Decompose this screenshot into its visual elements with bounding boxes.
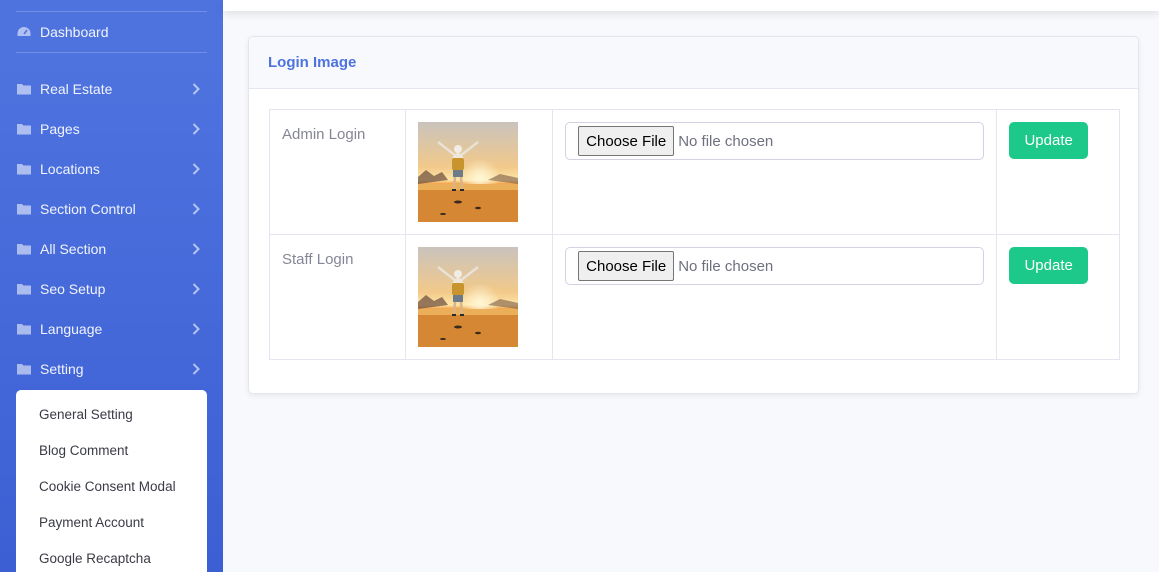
sidebar-item-dashboard[interactable]: Dashboard: [0, 14, 223, 50]
submenu-item-general-setting[interactable]: General Setting: [16, 396, 207, 432]
admin-login-file-input[interactable]: Choose File No file chosen: [565, 122, 985, 160]
row-label: Admin Login: [268, 109, 407, 235]
card-header: Login Image: [249, 37, 1138, 89]
sidebar-item-all-section[interactable]: All Section: [0, 231, 223, 267]
row-label: Staff Login: [268, 234, 407, 360]
sidebar-item-section-control[interactable]: Section Control: [0, 191, 223, 227]
sidebar-divider: [16, 11, 207, 12]
chevron-right-icon: [187, 360, 205, 378]
sidebar-item-label: Dashboard: [40, 24, 109, 40]
sidebar-item-setting[interactable]: Setting: [0, 351, 223, 387]
file-cell: Choose File No file chosen: [552, 234, 998, 360]
sidebar: Dashboard Real Estate Pages Locations Se…: [0, 0, 223, 572]
sidebar-item-label: Locations: [40, 161, 100, 177]
sidebar-item-label: Pages: [40, 121, 80, 137]
image-cell: [405, 109, 554, 235]
folder-icon: [17, 364, 31, 375]
chevron-right-icon: [187, 80, 205, 98]
table-row: Admin Login Choose File No file chosen U…: [268, 109, 1120, 235]
staff-login-image: [418, 247, 519, 347]
sidebar-item-seo-setup[interactable]: Seo Setup: [0, 271, 223, 307]
sidebar-item-label: Seo Setup: [40, 281, 106, 297]
submenu-item-google-recaptcha[interactable]: Google Recaptcha: [16, 540, 207, 572]
file-cell: Choose File No file chosen: [552, 109, 998, 235]
sidebar-divider: [16, 52, 207, 53]
submenu-item-cookie-consent-modal[interactable]: Cookie Consent Modal: [16, 468, 207, 504]
folder-icon: [17, 124, 31, 135]
button-cell: Update: [996, 234, 1120, 360]
folder-icon: [17, 84, 31, 95]
folder-icon: [17, 244, 31, 255]
sidebar-item-label: Section Control: [40, 201, 136, 217]
tachometer-icon: [17, 27, 31, 36]
sidebar-item-label: Real Estate: [40, 81, 113, 97]
chevron-right-icon: [187, 160, 205, 178]
folder-icon: [17, 324, 31, 335]
update-button[interactable]: Update: [1009, 122, 1089, 159]
login-image-table: Admin Login Choose File No file chosen U…: [268, 109, 1120, 360]
folder-icon: [17, 204, 31, 215]
chevron-right-icon: [187, 320, 205, 338]
sidebar-item-label: All Section: [40, 241, 107, 257]
submenu-item-blog-comment[interactable]: Blog Comment: [16, 432, 207, 468]
choose-file-button[interactable]: Choose File: [578, 126, 675, 156]
card-title: Login Image: [268, 54, 357, 71]
topbar: [223, 0, 1159, 11]
sidebar-item-language[interactable]: Language: [0, 311, 223, 347]
update-button[interactable]: Update: [1009, 247, 1089, 284]
sidebar-item-real-estate[interactable]: Real Estate: [0, 71, 223, 107]
folder-icon: [17, 284, 31, 295]
sidebar-item-pages[interactable]: Pages: [0, 111, 223, 147]
file-status: No file chosen: [678, 132, 774, 150]
chevron-right-icon: [187, 280, 205, 298]
admin-login-image: [418, 122, 519, 222]
sidebar-item-label: Setting: [40, 361, 84, 377]
sidebar-item-locations[interactable]: Locations: [0, 151, 223, 187]
sidebar-item-label: Language: [40, 321, 103, 337]
chevron-right-icon: [187, 120, 205, 138]
chevron-right-icon: [187, 200, 205, 218]
folder-icon: [17, 164, 31, 175]
chevron-right-icon: [187, 240, 205, 258]
choose-file-button[interactable]: Choose File: [578, 251, 675, 281]
image-cell: [405, 234, 554, 360]
login-image-card: Login Image Admin Login Choose File No f…: [248, 36, 1139, 394]
setting-submenu: General Setting Blog Comment Cookie Cons…: [16, 390, 207, 572]
button-cell: Update: [996, 109, 1120, 235]
file-status: No file chosen: [678, 257, 774, 275]
table-row: Staff Login Choose File No file chosen U…: [268, 234, 1120, 360]
staff-login-file-input[interactable]: Choose File No file chosen: [565, 247, 985, 285]
submenu-item-payment-account[interactable]: Payment Account: [16, 504, 207, 540]
